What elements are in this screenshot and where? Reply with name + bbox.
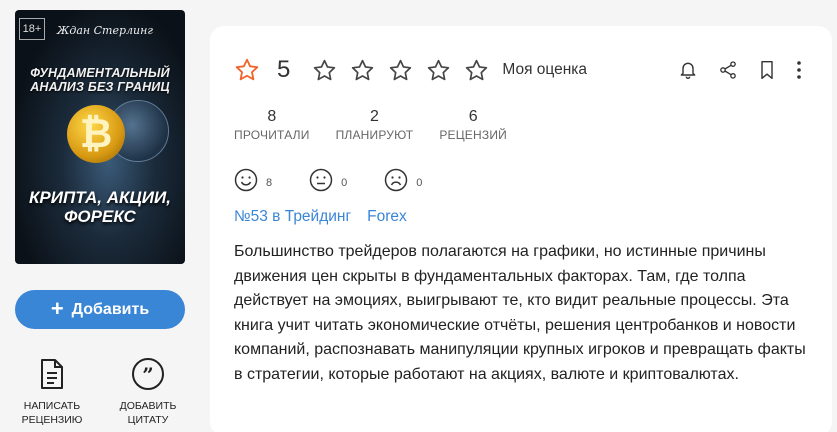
book-cover[interactable]: 18+ Ждан Стерлинг ФУНДАМЕНТАЛЬНЫЙ АНАЛИЗ… xyxy=(15,10,185,264)
reaction-negative-count: 0 xyxy=(416,176,423,189)
toolbar xyxy=(678,60,802,80)
reaction-positive[interactable]: 8 xyxy=(234,168,272,197)
stat-planned-label: ПЛАНИРУЮТ xyxy=(335,128,414,142)
rate-star-1-icon[interactable] xyxy=(312,58,337,83)
rating-star-icon xyxy=(234,57,260,83)
bookmark-icon[interactable] xyxy=(758,60,776,80)
stats-row: 8 ПРОЧИТАЛИ 2 ПЛАНИРУЮТ 6 РЕЦЕНЗИЙ xyxy=(234,108,533,142)
stat-read[interactable]: 8 ПРОЧИТАЛИ xyxy=(234,108,310,142)
add-button-label: Добавить xyxy=(71,300,150,318)
book-info-card: 5 Моя оценка 8 ПРОЧИТАЛИ 2 ПЛАНИРУЮТ 6 Р… xyxy=(210,26,832,432)
stat-planned[interactable]: 2 ПЛАНИРУЮТ xyxy=(336,108,414,142)
cover-title-top: ФУНДАМЕНТАЛЬНЫЙ АНАЛИЗ БЕЗ ГРАНИЦ xyxy=(30,66,170,94)
reaction-positive-count: 8 xyxy=(266,176,273,189)
rate-star-3-icon[interactable] xyxy=(388,58,413,83)
stat-reviews[interactable]: 6 РЕЦЕНЗИЙ xyxy=(439,108,507,142)
add-quote-label-1: ДОБАВИТЬ xyxy=(119,400,177,412)
cover-title-bottom: КРИПТА, АКЦИИ, ФОРЕКС xyxy=(28,188,171,226)
add-quote-label-2: ЦИТАТУ xyxy=(127,414,169,426)
my-rating-label: Моя оценка xyxy=(502,61,588,78)
bitcoin-icon: ₿ xyxy=(67,105,125,163)
sad-face-icon xyxy=(384,168,408,197)
smile-icon xyxy=(234,168,258,197)
stat-reviews-label: РЕЦЕНЗИЙ xyxy=(439,128,507,142)
more-menu-icon[interactable] xyxy=(796,60,802,80)
plus-icon: + xyxy=(50,295,64,321)
average-rating: 5 xyxy=(277,56,291,83)
rating-row: 5 Моя оценка xyxy=(234,56,587,84)
neutral-face-icon xyxy=(309,168,333,197)
reaction-neutral[interactable]: 0 xyxy=(309,168,347,197)
rate-star-5-icon[interactable] xyxy=(464,58,489,83)
stat-read-label: ПРОЧИТАЛИ xyxy=(234,128,310,142)
write-review-label-2: РЕЦЕНЗИЮ xyxy=(21,414,83,426)
stat-planned-value: 2 xyxy=(369,108,379,125)
reactions-row: 8 0 0 xyxy=(234,168,459,197)
tag-forex[interactable]: Forex xyxy=(367,208,407,226)
tags-row: №53 в Трейдинг Forex xyxy=(234,208,407,226)
rate-star-2-icon[interactable] xyxy=(350,58,375,83)
age-rating-badge: 18+ xyxy=(19,18,45,40)
rate-star-4-icon[interactable] xyxy=(426,58,451,83)
write-review-label-1: НАПИСАТЬ xyxy=(23,400,81,412)
cover-author: Ждан Стерлинг xyxy=(57,24,153,37)
add-quote-button[interactable]: ” ДОБАВИТЬ ЦИТАТУ xyxy=(110,357,186,427)
svg-text:”: ” xyxy=(142,363,154,387)
document-icon xyxy=(35,357,69,391)
write-review-button[interactable]: НАПИСАТЬ РЕЦЕНЗИЮ xyxy=(14,357,90,427)
stat-reviews-value: 6 xyxy=(468,108,478,125)
stat-read-value: 8 xyxy=(267,108,277,125)
share-icon[interactable] xyxy=(718,60,738,80)
bell-icon[interactable] xyxy=(678,60,698,80)
reaction-negative[interactable]: 0 xyxy=(384,168,422,197)
reaction-neutral-count: 0 xyxy=(341,176,348,189)
add-book-button[interactable]: + Добавить xyxy=(15,290,185,329)
quote-icon: ” xyxy=(131,357,165,391)
tag-rank-trading[interactable]: №53 в Трейдинг xyxy=(234,208,351,226)
book-description: Большинство трейдеров полагаются на граф… xyxy=(234,243,806,383)
